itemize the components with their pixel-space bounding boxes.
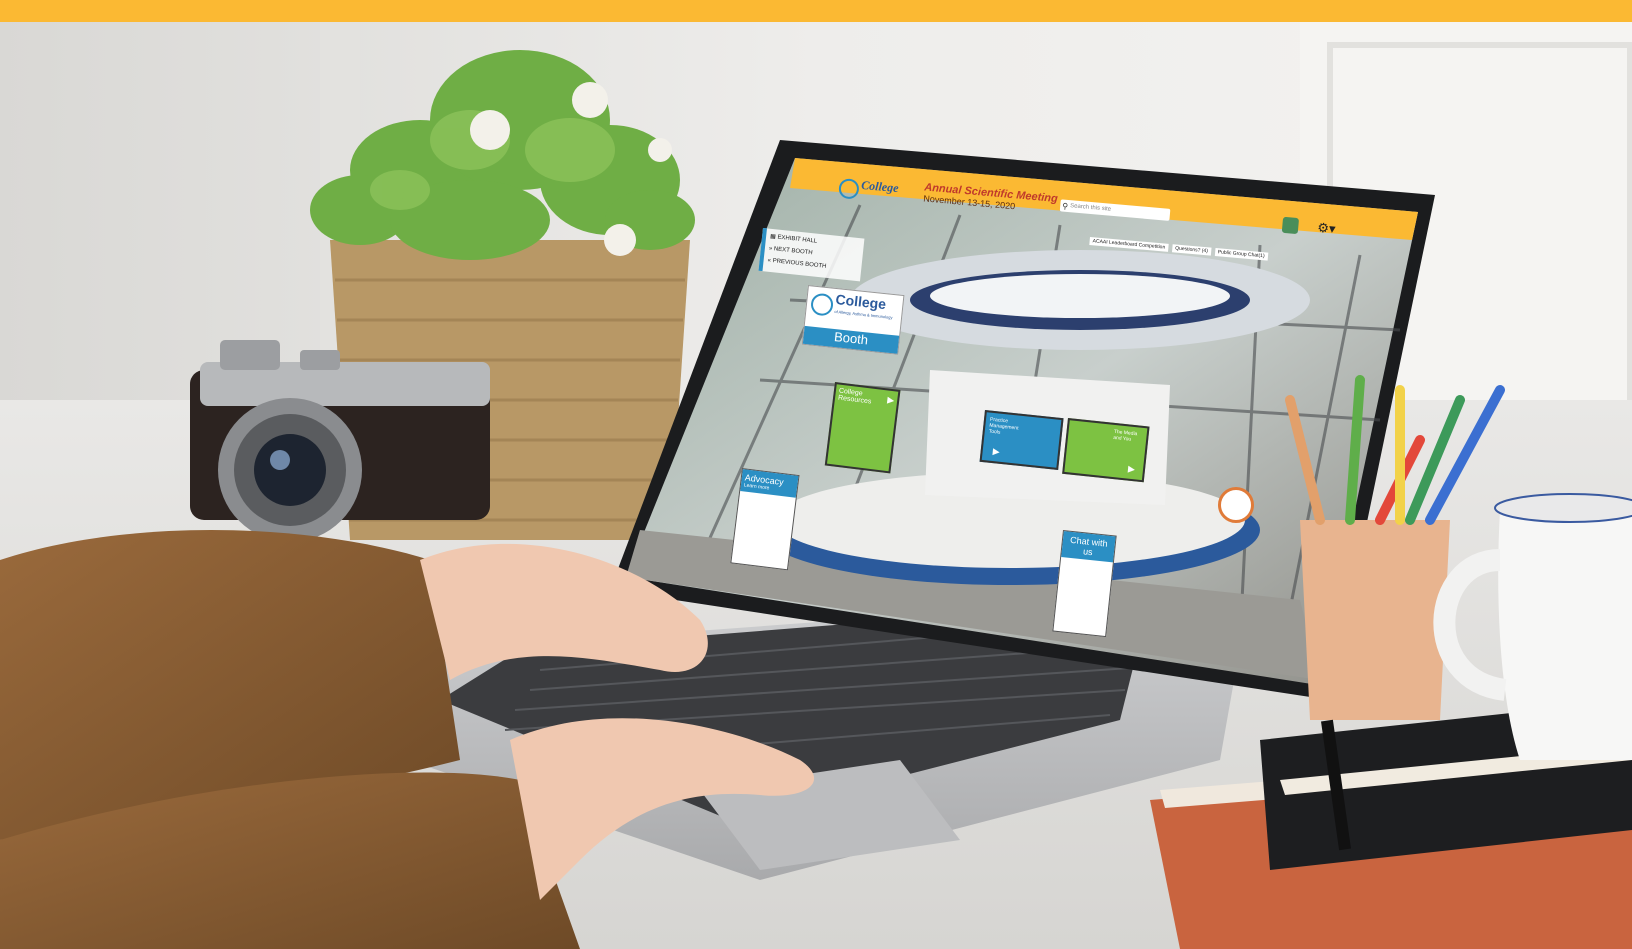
back-icon: « [767,257,772,264]
search-box[interactable]: ⚲ Search this site [1059,199,1171,221]
chat-panel[interactable]: Chat with us [1052,530,1117,638]
chat-label: Chat with us [1069,534,1109,558]
booth-logo-icon [809,292,835,317]
previous-booth-link[interactable]: « PREVIOUS BOOTH [767,258,857,273]
advocacy-panel[interactable]: Advocacy Learn more [730,468,800,571]
next-booth-label: NEXT BOOTH [773,246,813,257]
search-input[interactable]: Search this site [1070,203,1111,213]
college-badge-icon [1218,487,1254,523]
advocacy-header: Advocacy Learn more [740,469,799,498]
college-logo-icon [838,177,860,200]
booth-sign: College of Allergy, Asthma & Immunology … [801,285,905,355]
search-icon: ⚲ [1061,201,1069,211]
practice-management-panel[interactable]: Practice Management Tools ▶ [979,410,1064,470]
media-label: The Media and You [1112,428,1138,443]
desk-photo-scene [0,22,1632,949]
grid-icon: ▦ [769,233,777,241]
chat-header: Chat with us [1061,531,1116,563]
user-avatar-icon[interactable] [1281,216,1300,235]
college-resources-panel[interactable]: College Resources ▶ [824,382,901,474]
practice-management-label: Practice Management Tools [988,416,1019,436]
play-icon: ▶ [1127,463,1136,475]
play-icon: ▶ [992,446,1001,457]
booth-sign-subtitle: of Allergy, Asthma & Immunology [834,308,893,320]
media-panel[interactable]: The Media and You ▶ [1062,418,1150,483]
previous-booth-label: PREVIOUS BOOTH [772,258,827,270]
logo-text: College [860,177,900,196]
exhibit-hall-label: EXHIBIT HALL [777,234,818,245]
top-accent-bar [0,0,1632,22]
play-icon: ▶ [886,394,895,406]
forward-icon: » [768,245,773,253]
gear-icon[interactable]: ⚙▾ [1317,220,1336,238]
